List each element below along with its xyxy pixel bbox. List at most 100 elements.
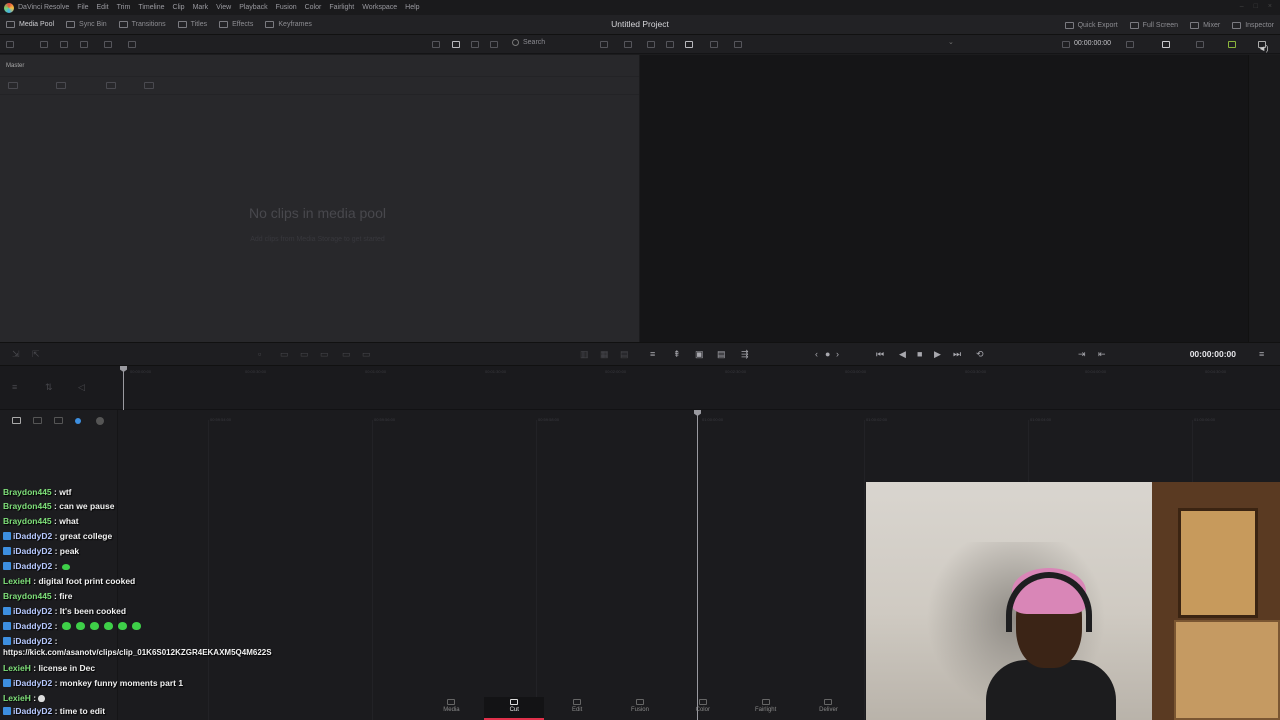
effects-button[interactable]: Effects — [213, 15, 259, 35]
dissolve-icon[interactable]: ▦ — [600, 349, 609, 360]
filmstrip-view-icon[interactable] — [471, 41, 479, 48]
refresh-icon[interactable] — [104, 41, 112, 48]
display-options-icon[interactable] — [1126, 41, 1134, 48]
mixer-button[interactable]: Mixer — [1184, 15, 1226, 35]
menu-clip[interactable]: Clip — [173, 4, 185, 11]
mark-out-icon[interactable]: ⇤ — [1098, 349, 1106, 360]
clip-color-icon[interactable] — [56, 82, 66, 89]
menu-color[interactable]: Color — [305, 4, 322, 11]
menu-playback[interactable]: Playback — [239, 4, 267, 11]
menu-file[interactable]: File — [77, 4, 88, 11]
append-icon[interactable]: ▭ — [280, 349, 289, 360]
clip-link[interactable]: https://kick.com/asanotv/clips/clip_01K6… — [3, 648, 272, 657]
menu-trim[interactable]: Trim — [117, 4, 131, 11]
flag-icon[interactable] — [106, 82, 116, 89]
import-folder-icon[interactable] — [60, 41, 68, 48]
ripple-icon[interactable]: ⇱ — [32, 349, 40, 360]
page-edit[interactable]: Edit — [547, 697, 607, 720]
menu-fairlight[interactable]: Fairlight — [329, 4, 354, 11]
quick-export-button[interactable]: Quick Export — [1059, 15, 1124, 35]
snap-icon[interactable]: ⇲ — [12, 349, 20, 360]
clip-type-icon[interactable] — [8, 82, 18, 89]
color-wheel-icon[interactable] — [1228, 41, 1236, 48]
go-to-start-icon[interactable]: ⏮ — [876, 349, 884, 360]
clip-filter-icon[interactable] — [144, 82, 154, 89]
sync-bin-button[interactable]: Sync Bin — [60, 15, 113, 35]
menu-edit[interactable]: Edit — [97, 4, 109, 11]
page-color[interactable]: Color — [673, 697, 733, 720]
audio-tools-icon[interactable]: ⇞ — [673, 349, 681, 360]
place-on-top-icon[interactable]: ▭ — [342, 349, 351, 360]
smooth-cut-icon[interactable]: ▤ — [620, 349, 629, 360]
page-cut[interactable]: Cut — [484, 697, 545, 720]
page-fusion[interactable]: Fusion — [610, 697, 670, 720]
cut-tool-icon[interactable]: ▥ — [580, 349, 589, 360]
full-screen-button[interactable]: Full Screen — [1124, 15, 1184, 35]
search-field[interactable]: Search — [512, 39, 545, 46]
menu-view[interactable]: View — [216, 4, 231, 11]
sync-icon[interactable] — [80, 41, 88, 48]
timeline-overview[interactable]: ≡ ⇅ ◁ 00:00:00:00 00:00:30:00 00:01:00:0… — [0, 366, 1280, 410]
menu-mark[interactable]: Mark — [193, 4, 209, 11]
viewer-panel[interactable] — [640, 55, 1248, 342]
prev-clip-icon[interactable]: ‹ — [815, 349, 818, 360]
multicam-icon[interactable]: ▤ — [717, 349, 726, 360]
stop-icon[interactable]: ■ — [917, 349, 922, 360]
clip-overlay-icon[interactable]: ▣ — [695, 349, 704, 360]
mark-in-icon[interactable]: ⇥ — [1078, 349, 1086, 360]
list-view-icon[interactable] — [490, 41, 498, 48]
viewer-output-icon[interactable] — [1162, 41, 1170, 48]
menu-fusion[interactable]: Fusion — [276, 4, 297, 11]
timeline-view-icon[interactable] — [710, 41, 718, 48]
timeline-options-icon[interactable]: ≡ — [650, 349, 655, 360]
crop-icon[interactable] — [734, 41, 742, 48]
source-overwrite-icon[interactable]: ▭ — [362, 349, 371, 360]
safe-area-icon[interactable] — [647, 41, 655, 48]
source-tape-icon[interactable] — [685, 41, 693, 48]
track-lock-icon[interactable]: ≡ — [12, 382, 17, 393]
close-up-icon[interactable]: ▭ — [320, 349, 329, 360]
page-fairlight[interactable]: Fairlight — [736, 697, 796, 720]
viewer-mode-icon[interactable] — [666, 41, 674, 48]
transform-icon[interactable] — [1196, 41, 1204, 48]
link-icon[interactable] — [128, 41, 136, 48]
loop-icon[interactable]: ⟲ — [976, 349, 984, 360]
speaker-icon[interactable]: ◄) — [1258, 44, 1269, 53]
next-clip-icon[interactable]: › — [836, 349, 839, 360]
page-media[interactable]: Media — [421, 697, 481, 720]
zoom-icon[interactable] — [96, 417, 104, 425]
chevron-down-icon[interactable]: ⌄ — [948, 38, 956, 46]
menu-help[interactable]: Help — [405, 4, 419, 11]
track-audio-icon[interactable]: ⇅ — [45, 382, 53, 393]
go-to-end-icon[interactable]: ⏭ — [953, 349, 961, 360]
play-icon[interactable]: ▶ — [934, 349, 941, 360]
smart-insert-icon[interactable]: ▫ — [258, 349, 261, 360]
transitions-button[interactable]: Transitions — [113, 15, 172, 35]
thumbnail-view-icon[interactable] — [452, 41, 460, 48]
play-reverse-icon[interactable]: ◀ — [899, 349, 906, 360]
undo-icon[interactable] — [624, 41, 632, 48]
sort-icon[interactable] — [600, 41, 608, 48]
track-target-icon[interactable] — [75, 418, 81, 424]
menu-icon[interactable]: ≡ — [1259, 349, 1264, 360]
keyframes-button[interactable]: Keyframes — [259, 15, 317, 35]
media-pool-button[interactable]: Media Pool — [0, 15, 60, 35]
audio-track-icon[interactable] — [33, 417, 42, 424]
menu-timeline[interactable]: Timeline — [138, 4, 164, 11]
master-bin-label[interactable]: Master — [6, 63, 24, 69]
video-track-icon[interactable] — [12, 417, 21, 424]
maximize-icon[interactable]: □ — [1254, 3, 1258, 10]
menu-workspace[interactable]: Workspace — [362, 4, 397, 11]
titles-button[interactable]: Titles — [172, 15, 213, 35]
page-deliver[interactable]: Deliver — [798, 697, 858, 720]
bin-list-icon[interactable] — [6, 41, 14, 48]
close-icon[interactable]: × — [1268, 3, 1272, 10]
import-media-icon[interactable] — [40, 41, 48, 48]
strip-view-icon[interactable] — [432, 41, 440, 48]
inspector-button[interactable]: Inspector — [1226, 15, 1280, 35]
minimize-icon[interactable]: – — [1240, 3, 1244, 10]
jog-marker-icon[interactable]: ● — [825, 349, 830, 360]
source-clip-icon[interactable]: ⇶ — [741, 349, 749, 360]
track-volume-icon[interactable]: ◁ — [78, 382, 85, 393]
scissors-icon[interactable] — [54, 417, 63, 424]
